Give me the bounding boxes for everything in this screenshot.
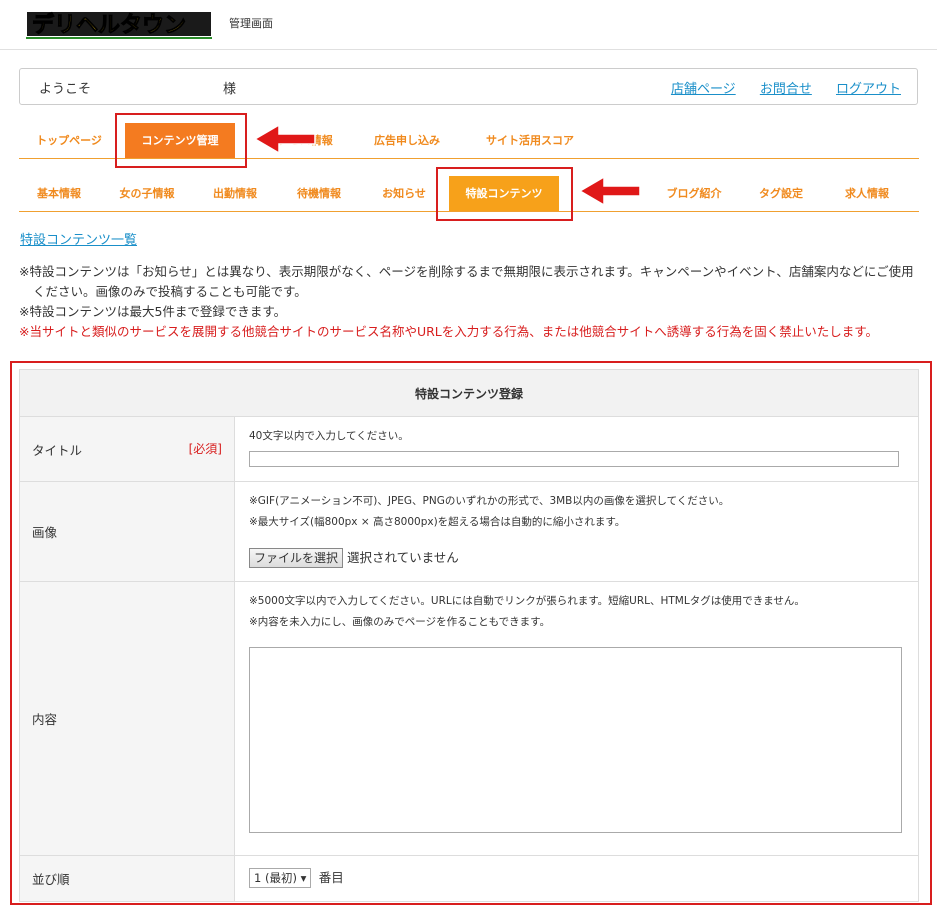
subtab-recruit[interactable]: 求人情報 — [827, 176, 907, 211]
subtab-attendance[interactable]: 出勤情報 — [195, 176, 275, 211]
subtab-blog[interactable]: ブログ紹介 — [654, 176, 734, 211]
content-hint: ※5000文字以内で入力してください。URLには自動でリンクが張られます。短縮U… — [249, 595, 805, 607]
content-textarea[interactable] — [249, 647, 902, 833]
highlight-box-contents-tab — [115, 113, 247, 168]
subtab-news[interactable]: お知らせ — [364, 176, 444, 211]
required-badge: [必須] — [188, 442, 222, 456]
file-row: ファイルを選択 選択されていません — [249, 547, 904, 568]
special-content-list-link[interactable]: 特設コンテンツ一覧 — [20, 229, 137, 248]
image-label: 画像 — [32, 525, 58, 540]
notes: ※特設コンテンツは「お知らせ」とは異なり、表示期限がなく、ページを削除するまで無… — [19, 262, 919, 342]
logo-text: デリヘルタウン — [32, 12, 186, 38]
tab-top-page[interactable]: トップページ — [19, 123, 119, 158]
title-label-cell: タイトル [必須] — [19, 416, 235, 482]
special-content-form: 特設コンテンツ登録 タイトル [必須] 40文字以内で入力してください。 画像 … — [19, 369, 919, 902]
choose-file-button[interactable]: ファイルを選択 — [249, 548, 344, 568]
store-page-link[interactable]: 店舗ページ — [671, 82, 736, 97]
subtab-standby[interactable]: 待機情報 — [279, 176, 359, 211]
tab-site-score[interactable]: サイト活用スコア — [465, 123, 595, 158]
content-label: 内容 — [32, 712, 58, 727]
form-heading: 特設コンテンツ登録 — [19, 369, 919, 417]
site-logo[interactable]: デリヘルタウン — [26, 6, 212, 40]
content-label-cell: 内容 — [19, 581, 235, 856]
title-value-cell: 40文字以内で入力してください。 — [234, 416, 919, 482]
welcome-honorific: 様 — [223, 82, 237, 97]
subtab-tags[interactable]: タグ設定 — [741, 176, 821, 211]
top-links: 店舗ページ お問合せ ログアウト — [651, 78, 901, 97]
order-suffix: 番目 — [318, 870, 344, 885]
red-arrow-icon — [253, 123, 316, 155]
order-select[interactable]: 1 (最初) ▾ — [249, 868, 312, 888]
warning-text: ※当サイトと類似のサービスを展開する他競合サイトのサービス名称やURLを入力する… — [19, 324, 879, 339]
subtab-basic-info[interactable]: 基本情報 — [19, 176, 99, 211]
title-hint: 40文字以内で入力してください。 — [249, 430, 409, 442]
red-arrow-icon — [578, 174, 642, 208]
tab-ad-application[interactable]: 広告申し込み — [357, 123, 457, 158]
content-value-cell: ※5000文字以内で入力してください。URLには自動でリンクが張られます。短縮U… — [234, 581, 919, 856]
order-label-cell: 並び順 — [19, 855, 235, 902]
image-label-cell: 画像 — [19, 481, 235, 582]
logout-link[interactable]: ログアウト — [836, 82, 901, 97]
note-text: ※特設コンテンツは「お知らせ」とは異なり、表示期限がなく、ページを削除するまで無… — [19, 264, 914, 299]
welcome-greeting: ようこそ — [39, 82, 92, 97]
title-label: タイトル — [32, 442, 83, 458]
order-value-cell: 1 (最初) ▾ 番目 — [234, 855, 919, 902]
content-hint: ※内容を未入力にし、画像のみでページを作ることもできます。 — [249, 616, 551, 628]
image-hint: ※GIF(アニメーション不可)、JPEG、PNGのいずれかの形式で、3MB以内の… — [249, 495, 730, 507]
image-value-cell: ※GIF(アニメーション不可)、JPEG、PNGのいずれかの形式で、3MB以内の… — [234, 481, 919, 582]
image-hint: ※最大サイズ(幅800px × 高さ8000px)を超える場合は自動的に縮小され… — [249, 516, 626, 528]
welcome-box: ようこそ 様 店舗ページ お問合せ ログアウト — [19, 68, 918, 105]
subtab-girls-info[interactable]: 女の子情報 — [107, 176, 187, 211]
order-label: 並び順 — [32, 872, 70, 887]
header-bar: デリヘルタウン 管理画面 — [0, 0, 937, 50]
admin-label: 管理画面 — [229, 17, 273, 30]
title-input[interactable] — [249, 451, 899, 467]
file-status: 選択されていません — [347, 550, 459, 565]
note-text: ※特設コンテンツは最大5件まで登録できます。 — [19, 304, 287, 319]
contact-link[interactable]: お問合せ — [760, 82, 812, 97]
highlight-box-special-tab — [436, 167, 573, 221]
